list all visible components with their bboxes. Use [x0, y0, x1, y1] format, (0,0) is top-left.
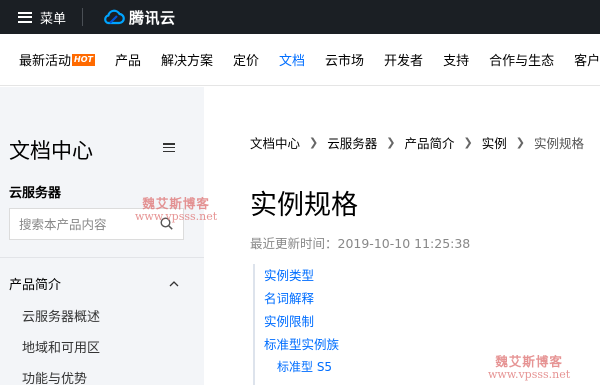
menu-button[interactable]: 菜单 [0, 0, 66, 34]
watermark: 魏艾斯博客 www.vpsss.net [488, 354, 571, 382]
last-updated: 最近更新时间：2019-10-10 11:25:38 [250, 236, 471, 251]
nav-item-events[interactable]: 最新活动 HOT [19, 50, 95, 69]
nav-item-support[interactable]: 支持 [443, 50, 469, 69]
chevron-right-icon: ❯ [309, 136, 319, 149]
doc-main: 文档中心 ❯ 云服务器 ❯ 产品简介 ❯ 实例 ❯ 实例规格 实例规格 最近更新… [204, 87, 600, 385]
main-nav: 最新活动 HOT 产品 解决方案 定价 文档 云市场 开发者 支持 合作与生态 … [0, 34, 600, 86]
table-of-contents: 实例类型 名词解释 实例限制 标准型实例族 标准型 S5 [253, 264, 339, 385]
watermark-name: 魏艾斯博客 [142, 196, 210, 211]
brand-name: 腾讯云 [129, 8, 176, 27]
sidebar-section-intro[interactable]: 产品简介 [9, 274, 179, 293]
sidebar-divider [0, 257, 204, 258]
hamburger-icon [18, 11, 32, 23]
sidebar-section-label: 产品简介 [9, 278, 62, 293]
hot-badge: HOT [72, 53, 95, 66]
sidebar-item-overview[interactable]: 云服务器概述 [22, 306, 100, 325]
menu-label: 菜单 [40, 11, 67, 27]
sidebar-product-name: 云服务器 [9, 186, 62, 201]
nav-item-pricing[interactable]: 定价 [233, 50, 259, 69]
chevron-up-icon [169, 280, 179, 286]
nav-item-marketplace[interactable]: 云市场 [325, 50, 364, 69]
nav-item-partners[interactable]: 合作与生态 [489, 50, 554, 69]
cloud-logo-icon [104, 9, 125, 25]
toc-item-glossary[interactable]: 名词解释 [264, 287, 339, 310]
toc-item-instance-types[interactable]: 实例类型 [264, 264, 339, 287]
breadcrumb-current: 实例规格 [533, 136, 584, 151]
page-title: 实例规格 [250, 190, 358, 221]
watermark: 魏艾斯博客 www.vpsss.net [135, 196, 218, 224]
breadcrumb-intro[interactable]: 产品简介 [404, 133, 454, 152]
nav-label: 最新活动 [19, 54, 72, 69]
toc-item-standard-s5[interactable]: 标准型 S5 [264, 356, 339, 379]
watermark-url: www.vpsss.net [135, 210, 218, 224]
toc-item-limits[interactable]: 实例限制 [264, 310, 339, 333]
breadcrumb: 文档中心 ❯ 云服务器 ❯ 产品简介 ❯ 实例 ❯ 实例规格 [250, 133, 584, 152]
watermark-name: 魏艾斯博客 [495, 354, 563, 369]
brand-logo-link[interactable]: 腾讯云 [101, 7, 176, 28]
nav-item-developers[interactable]: 开发者 [384, 50, 423, 69]
topbar-divider [82, 8, 84, 26]
collapse-sidebar-icon[interactable] [163, 143, 175, 152]
chevron-right-icon: ❯ [463, 136, 473, 149]
chevron-right-icon: ❯ [386, 136, 396, 149]
top-bar: 菜单 腾讯云 [0, 0, 600, 34]
nav-item-docs[interactable]: 文档 [279, 50, 305, 69]
chevron-right-icon: ❯ [515, 136, 525, 149]
breadcrumb-doc-center[interactable]: 文档中心 [250, 133, 300, 152]
toc-item-standard-family[interactable]: 标准型实例族 [264, 333, 339, 356]
breadcrumb-cvm[interactable]: 云服务器 [327, 133, 377, 152]
doc-sidebar: 文档中心 云服务器 产品简介 云服务器概述 地域和可用区 功能与优势 [0, 87, 204, 385]
nav-item-products[interactable]: 产品 [115, 50, 141, 69]
nav-item-solutions[interactable]: 解决方案 [161, 50, 213, 69]
sidebar-item-regions[interactable]: 地域和可用区 [22, 337, 100, 356]
breadcrumb-instance[interactable]: 实例 [482, 133, 507, 152]
watermark-url: www.vpsss.net [488, 368, 571, 382]
sidebar-item-features[interactable]: 功能与优势 [22, 368, 87, 385]
nav-item-customers[interactable]: 客户 [574, 50, 600, 69]
sidebar-title: 文档中心 [9, 139, 93, 163]
